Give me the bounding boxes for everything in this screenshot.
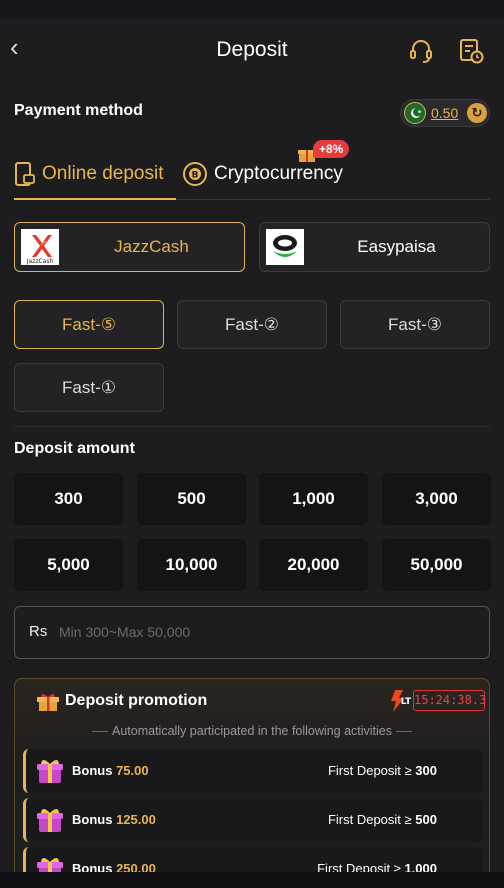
amount-option[interactable]: 50,000	[382, 539, 491, 591]
tab-cryptocurrency[interactable]: B Cryptocurrency	[182, 156, 343, 192]
amount-option[interactable]: 1,000	[259, 473, 368, 525]
payment-method-label: Payment method	[14, 102, 143, 119]
bonus-value: 75.00	[116, 763, 149, 778]
svg-text:LT: LT	[401, 697, 412, 707]
amount-option[interactable]: 5,000	[14, 539, 123, 591]
bonus-row: Bonus 125.00 First Deposit ≥ 500	[23, 798, 483, 842]
amount-input[interactable]: Rs Min 300~Max 50,000	[14, 606, 490, 659]
svg-text:JazzCash: JazzCash	[26, 258, 54, 265]
deposit-tabs: Online deposit B Cryptocurrency	[0, 146, 504, 202]
balance-value: 0.50	[431, 105, 459, 121]
history-record-icon[interactable]	[456, 36, 486, 66]
divider	[14, 426, 490, 427]
jazzcash-logo: JazzCash	[21, 229, 59, 265]
svg-text:B: B	[192, 170, 199, 180]
header: ‹ Deposit	[0, 18, 504, 86]
channel-label: JazzCash	[114, 237, 189, 256]
amount-option[interactable]: 300	[14, 473, 123, 525]
easypaisa-logo	[266, 229, 304, 265]
amount-option[interactable]: 500	[137, 473, 246, 525]
crypto-bonus-badge: +8%	[313, 140, 350, 158]
condition-value: 300	[415, 763, 437, 778]
tab-active-indicator	[14, 198, 176, 200]
gift-box-icon	[37, 760, 63, 783]
lightning-lt-icon: LT	[391, 690, 412, 712]
status-bar	[0, 0, 504, 18]
fast-option-1[interactable]: Fast-①	[14, 363, 164, 412]
channel-easypaisa[interactable]: Easypaisa	[259, 222, 490, 272]
fast-option-3[interactable]: Fast-③	[340, 300, 490, 349]
phone-icon	[15, 161, 35, 186]
bottom-bar	[0, 872, 504, 888]
channel-label: Easypaisa	[357, 237, 436, 256]
tab-online-deposit[interactable]: Online deposit	[14, 156, 163, 192]
headset-support-icon[interactable]	[406, 36, 436, 66]
amount-option[interactable]: 3,000	[382, 473, 491, 525]
gift-icon	[37, 694, 59, 711]
pakistan-flag-icon	[404, 102, 426, 124]
currency-label: Rs	[29, 623, 48, 640]
tab-crypto-label: Cryptocurrency	[214, 163, 343, 184]
bitcoin-icon: B	[183, 161, 207, 186]
promotion-subtitle: Automatically participated in the follow…	[15, 724, 489, 738]
amount-option[interactable]: 20,000	[259, 539, 368, 591]
bonus-value: 125.00	[116, 812, 156, 827]
bonus-row: Bonus 75.00 First Deposit ≥ 300	[23, 749, 483, 793]
fast-option-5[interactable]: Fast-⑤	[14, 300, 164, 349]
condition-value: 500	[415, 812, 437, 827]
amount-placeholder: Min 300~Max 50,000	[59, 624, 191, 640]
deposit-amount-label: Deposit amount	[14, 440, 135, 457]
refresh-icon[interactable]: ↻	[467, 103, 487, 123]
deposit-promotion-panel: Deposit promotion LT 15:24:38.3 Automati…	[14, 678, 490, 888]
gift-box-icon	[37, 809, 63, 832]
promotion-title: Deposit promotion	[65, 692, 208, 709]
balance-pill: 0.50 ↻	[400, 99, 490, 127]
promotion-countdown: 15:24:38.3	[413, 690, 486, 711]
channel-jazzcash[interactable]: JazzCash JazzCash	[14, 222, 245, 272]
fast-option-2[interactable]: Fast-②	[177, 300, 327, 349]
amount-option[interactable]: 10,000	[137, 539, 246, 591]
tab-online-label: Online deposit	[42, 163, 164, 184]
